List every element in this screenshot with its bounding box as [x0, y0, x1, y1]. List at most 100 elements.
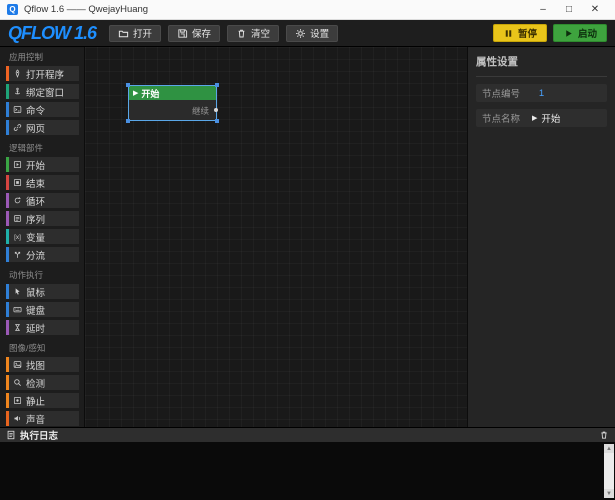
sidebar-item-label: 分流 [26, 248, 45, 262]
node-header[interactable]: ▶ 开始 [129, 86, 216, 100]
run-controls: 暂停 启动 [493, 24, 607, 42]
sidebar-item-label: 网页 [26, 121, 45, 135]
image-icon [13, 360, 22, 369]
save-button[interactable]: 保存 [168, 25, 220, 42]
log-body[interactable]: ▲ ▼ [0, 442, 615, 500]
node-start[interactable]: ▶ 开始 继续 [128, 85, 217, 121]
sidebar-item-loop[interactable]: 循环 [6, 193, 79, 208]
link-icon [13, 123, 22, 132]
output-port[interactable] [214, 108, 218, 112]
clear-log-button[interactable] [599, 430, 609, 440]
sidebar-item-label: 循环 [26, 194, 45, 208]
play-square-icon [13, 160, 22, 169]
minimize-button[interactable]: – [530, 0, 556, 20]
sidebar-item-sound[interactable]: 声音 [6, 411, 79, 426]
sidebar-item-keyboard[interactable]: 键盘 [6, 302, 79, 317]
pause-button-label: 暂停 [518, 26, 537, 40]
settings-button-label: 设置 [310, 26, 329, 40]
sidebar-item-label: 开始 [26, 158, 45, 172]
sidebar-item-webpage[interactable]: 网页 [6, 120, 79, 135]
hourglass-icon [13, 323, 22, 332]
sidebar-item-label: 鼠标 [26, 285, 45, 299]
resize-handle[interactable] [126, 83, 130, 87]
keyboard-icon [13, 305, 22, 314]
resize-handle[interactable] [215, 83, 219, 87]
start-button[interactable]: 启动 [553, 24, 607, 42]
rocket-icon [13, 69, 22, 78]
loop-icon [13, 196, 22, 205]
prop-value-node-name: ▶ 开始 [532, 111, 560, 125]
prop-value-node-name-text: 开始 [541, 111, 560, 125]
stop-square-icon [13, 178, 22, 187]
anchor-icon [13, 87, 22, 96]
terminal-icon [13, 105, 22, 114]
sidebar-item-detect[interactable]: 检测 [6, 375, 79, 390]
clear-button[interactable]: 清空 [227, 25, 279, 42]
speaker-icon [13, 414, 22, 423]
log-scrollbar[interactable]: ▲ ▼ [604, 444, 614, 498]
sidebar-item-bind-window[interactable]: 绑定窗口 [6, 84, 79, 99]
start-button-label: 启动 [578, 26, 597, 40]
category-action-exec: 动作执行 [0, 265, 84, 284]
properties-panel: 属性设置 节点编号 1 节点名称 ▶ 开始 [467, 47, 615, 427]
node-body: 继续 [129, 100, 216, 120]
still-icon [13, 396, 22, 405]
sidebar-item-label: 结束 [26, 176, 45, 190]
main-area: 应用控制 打开程序 绑定窗口 命令 网页 逻辑部件 开始 结束 循环 [0, 47, 615, 427]
sidebar-item-variable[interactable]: 变量 [6, 229, 79, 244]
document-icon [6, 430, 16, 440]
sidebar-item-end[interactable]: 结束 [6, 175, 79, 190]
scroll-down-button[interactable]: ▼ [604, 489, 614, 498]
trash-icon [599, 430, 609, 440]
branch-icon [13, 250, 22, 259]
flow-canvas[interactable]: ▶ 开始 继续 [85, 47, 467, 427]
open-button-label: 打开 [133, 26, 152, 40]
pause-icon [503, 28, 514, 39]
component-sidebar: 应用控制 打开程序 绑定窗口 命令 网页 逻辑部件 开始 结束 循环 [0, 47, 85, 427]
titlebar: Q Qflow 1.6 —— QwejayHuang – □ ✕ [0, 0, 615, 20]
prop-row-node-name[interactable]: 节点名称 ▶ 开始 [476, 109, 607, 127]
magnifier-icon [13, 378, 22, 387]
window-title: Qflow 1.6 —— QwejayHuang [24, 4, 148, 15]
scroll-up-button[interactable]: ▲ [604, 444, 614, 453]
save-button-label: 保存 [192, 26, 211, 40]
sidebar-item-label: 静止 [26, 394, 45, 408]
sidebar-item-command[interactable]: 命令 [6, 102, 79, 117]
pause-button[interactable]: 暂停 [493, 24, 547, 42]
sidebar-item-label: 延时 [26, 321, 45, 335]
node-title: 开始 [141, 87, 159, 100]
gear-icon [295, 28, 306, 39]
sidebar-item-label: 打开程序 [26, 67, 64, 81]
clear-button-label: 清空 [251, 26, 270, 40]
app-header: QFLOW 1.6 打开 保存 清空 设置 暂停 启动 [0, 20, 615, 47]
sidebar-item-start[interactable]: 开始 [6, 157, 79, 172]
settings-button[interactable]: 设置 [286, 25, 338, 42]
play-icon: ▶ [532, 115, 537, 122]
close-button[interactable]: ✕ [582, 0, 608, 20]
sidebar-item-label: 绑定窗口 [26, 85, 64, 99]
open-button[interactable]: 打开 [109, 25, 161, 42]
sidebar-item-delay[interactable]: 延时 [6, 320, 79, 335]
output-port-label: 继续 [192, 105, 209, 117]
window-controls: – □ ✕ [530, 0, 608, 20]
sidebar-item-mouse[interactable]: 鼠标 [6, 284, 79, 299]
sidebar-item-label: 键盘 [26, 303, 45, 317]
trash-icon [236, 28, 247, 39]
sidebar-item-label: 命令 [26, 103, 45, 117]
play-icon: ▶ [133, 90, 138, 97]
prop-row-node-id[interactable]: 节点编号 1 [476, 84, 607, 102]
save-icon [177, 28, 188, 39]
category-image-sense: 图像/感知 [0, 338, 84, 357]
category-app-control: 应用控制 [0, 47, 84, 66]
variable-icon [13, 232, 22, 241]
sidebar-item-sequence[interactable]: 序列 [6, 211, 79, 226]
play-icon [563, 28, 574, 39]
maximize-button[interactable]: □ [556, 0, 582, 20]
sidebar-item-still[interactable]: 静止 [6, 393, 79, 408]
sidebar-item-label: 检测 [26, 376, 45, 390]
app-logo: QFLOW 1.6 [8, 23, 96, 44]
properties-title: 属性设置 [476, 54, 607, 77]
sidebar-item-branch[interactable]: 分流 [6, 247, 79, 262]
sidebar-item-open-program[interactable]: 打开程序 [6, 66, 79, 81]
sidebar-item-find-image[interactable]: 找图 [6, 357, 79, 372]
